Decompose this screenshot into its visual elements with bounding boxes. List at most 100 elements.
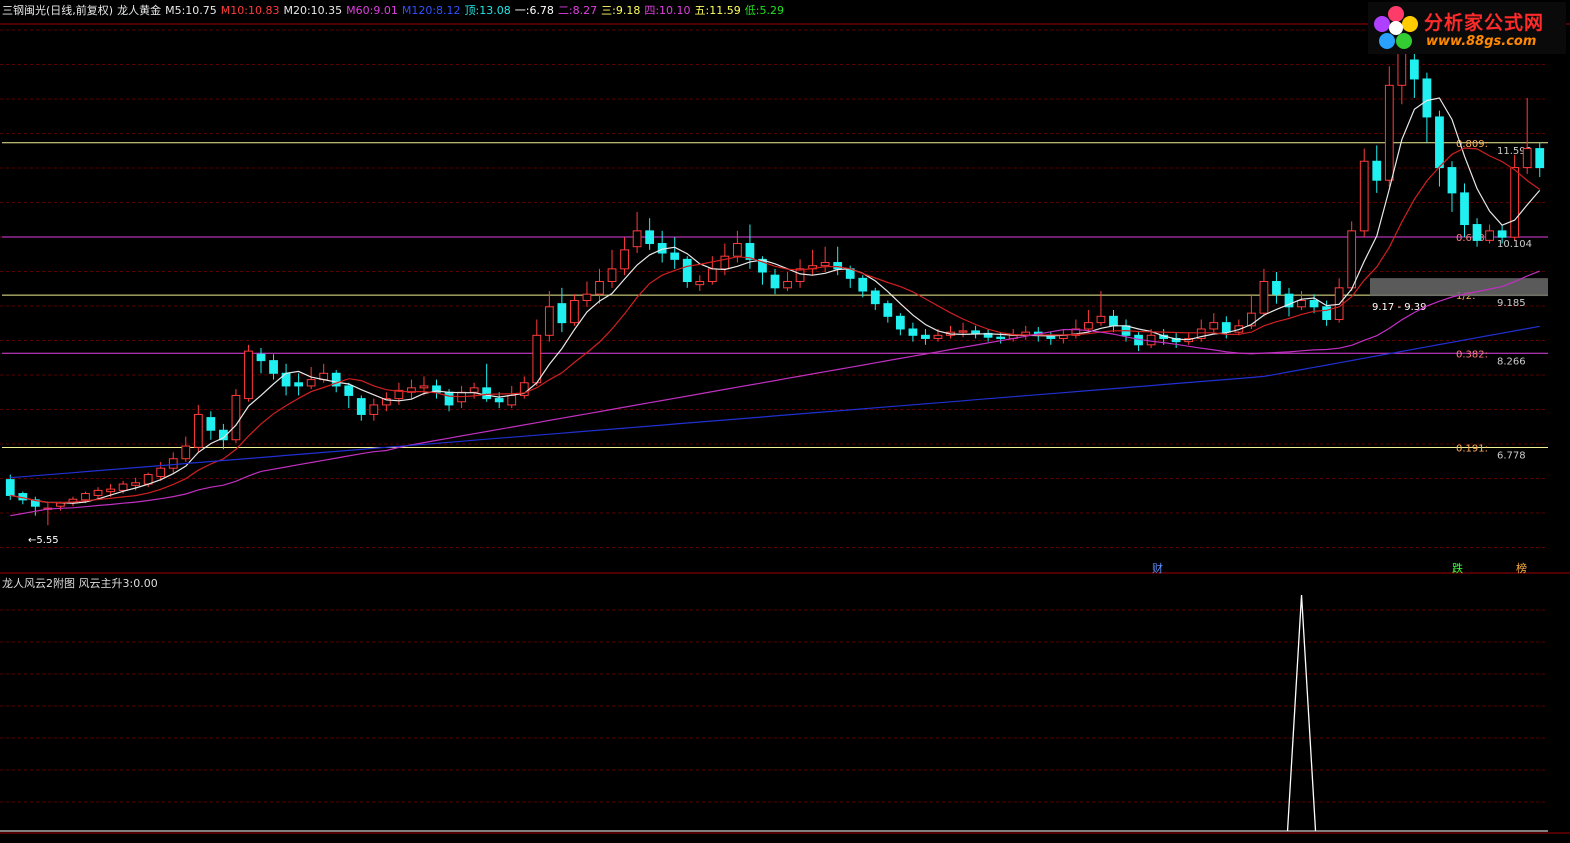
candle-body: [1472, 224, 1482, 241]
candle-body: [921, 334, 930, 339]
header-item-7: 二:8.27: [557, 4, 598, 17]
header-item-2: M20:10.35: [283, 4, 343, 17]
candle-body: [795, 268, 805, 283]
fib-ratio-label-3: 0.382:: [1456, 349, 1488, 360]
candle-body: [570, 299, 579, 324]
candle-body: [557, 303, 567, 324]
chart-canvas[interactable]: 0.809:11.5920.618:10.1041/2:9.1850.382:8…: [0, 0, 1570, 843]
header-item-4: M120:8.12: [401, 4, 461, 17]
candle-body: [1460, 192, 1469, 226]
candle-body: [444, 391, 454, 406]
header-item-6: 一:6.78: [514, 4, 554, 17]
candle-body: [193, 413, 203, 448]
candle-body: [306, 379, 316, 387]
header-item-3: M60:9.01: [346, 4, 398, 17]
fib-ratio-label-4: 0.191:: [1456, 443, 1488, 454]
candle-body: [269, 360, 278, 374]
candle-body: [1485, 230, 1494, 241]
ma10-line: [10, 147, 1541, 504]
chart-window: 0.809: 11.592 0.618: 10.104 1/2: 9.185 0.382: 8…: [0, 0, 1570, 843]
signal-spike: [1286, 594, 1317, 832]
subpanel-header: 龙人风云2附图 风云主升3:0.00: [2, 575, 158, 591]
candle-body: [1209, 322, 1219, 330]
header-item-11: 低:5.29: [744, 4, 784, 17]
candle-body: [1347, 230, 1357, 289]
candle-body: [1435, 116, 1444, 169]
candle-body: [582, 293, 592, 301]
subpanel-line-label: 风云主升3:: [78, 577, 134, 590]
header-item-1: M10:10.83: [220, 4, 280, 17]
site-logo: 分析家公式网 www.88gs.com: [1368, 2, 1566, 54]
candle-body: [1272, 281, 1281, 295]
candle-body: [707, 268, 717, 283]
candle-body: [595, 281, 604, 295]
fib-price-label-2: 9.185: [1497, 298, 1526, 309]
candle-body: [883, 303, 893, 317]
candle-body: [56, 502, 65, 507]
fib-ratio-label-1: 0.618:: [1456, 233, 1488, 244]
candle-body: [996, 336, 1006, 339]
header-item-10: 五:11.59: [694, 4, 741, 17]
candle-body: [1422, 78, 1432, 118]
candle-body: [858, 277, 868, 292]
candle-body: [1359, 160, 1369, 232]
candle-body: [369, 404, 379, 415]
candle-body: [1447, 167, 1457, 194]
candle-body: [820, 262, 830, 267]
subpanel-title: 龙人风云2附图: [2, 577, 75, 590]
range-highlight: [1370, 278, 1548, 297]
marker-die[interactable]: 跌: [1450, 560, 1465, 576]
candle-body: [181, 445, 191, 460]
candle-body: [118, 483, 128, 491]
candle-body: [469, 387, 479, 393]
candle-body: [1497, 230, 1507, 238]
candle-body: [544, 306, 554, 336]
marker-cai[interactable]: 财: [1150, 560, 1165, 576]
candle-body: [833, 262, 843, 270]
candle-body: [1535, 148, 1545, 169]
candle-body: [783, 281, 792, 289]
fib-price-label-3: 8.266: [1497, 356, 1526, 367]
range-label: 9.17 - 9.39: [1372, 302, 1427, 313]
candle-body: [244, 350, 253, 400]
candle-body: [670, 252, 680, 260]
candle-body: [5, 479, 15, 496]
candle-body: [168, 458, 178, 469]
candle-body: [620, 249, 629, 270]
candle-body: [1372, 160, 1382, 181]
candle-body: [1309, 299, 1319, 308]
candle-body: [770, 274, 780, 289]
candle-body: [482, 387, 492, 400]
candle-body: [1522, 148, 1532, 169]
logo-url: www.88gs.com: [1426, 34, 1537, 49]
candle-body: [895, 315, 905, 330]
candle-body: [607, 268, 617, 283]
candle-body: [1146, 334, 1156, 346]
fib-price-label-4: 6.778: [1497, 450, 1526, 461]
candle-body: [745, 243, 755, 260]
marker-bang[interactable]: 榜: [1514, 560, 1529, 576]
candle-body: [106, 488, 115, 493]
header-values: M5:10.75 M10:10.83 M20:10.35 M60:9.01 M120:8…: [165, 4, 788, 17]
candle-body: [206, 417, 216, 431]
subpanel-line-value: 0.00: [133, 577, 158, 590]
low-price-label: ←5.55: [28, 535, 59, 546]
candle-body: [1322, 306, 1331, 320]
candle-body: [682, 258, 692, 283]
candle-body: [645, 230, 655, 245]
candle-body: [870, 290, 880, 305]
candle-body: [81, 493, 90, 501]
candle-body: [1297, 299, 1306, 308]
candle-body: [1409, 59, 1419, 80]
logo-title: 分析家公式网: [1424, 12, 1545, 34]
candle-body: [1109, 315, 1118, 327]
candle-body: [93, 489, 103, 496]
candle-body: [958, 330, 968, 333]
candle-body: [1221, 322, 1231, 333]
candle-body: [1384, 84, 1394, 181]
candle-body: [419, 385, 429, 389]
candle-body: [933, 334, 943, 339]
candle-body: [720, 255, 730, 270]
candle-body: [231, 394, 241, 441]
header-item-9: 四:10.10: [644, 4, 691, 17]
